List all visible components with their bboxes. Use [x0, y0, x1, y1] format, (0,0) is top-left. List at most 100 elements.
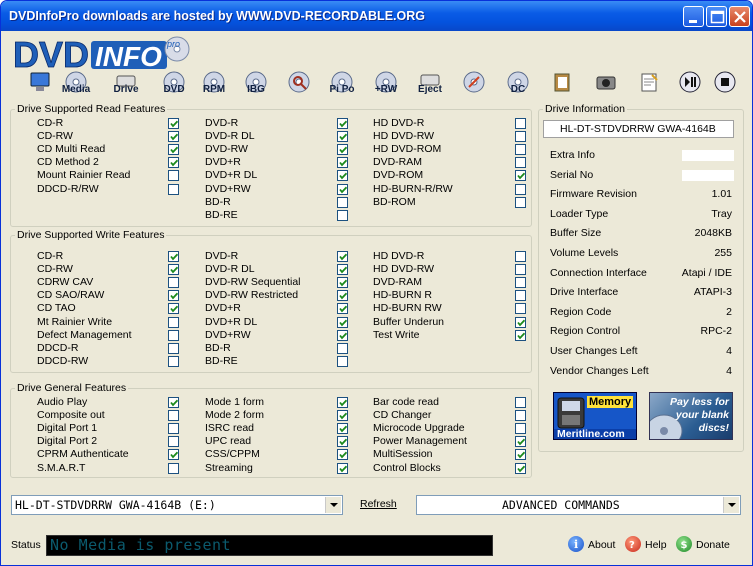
write-feature-checkbox[interactable]	[168, 290, 179, 302]
toolbar-drive-button[interactable]: Drive	[109, 71, 143, 99]
minimize-button[interactable]	[683, 6, 704, 27]
write-feature-checkbox[interactable]	[168, 303, 179, 315]
read-feature-checkbox[interactable]	[515, 196, 526, 208]
donate-link[interactable]: $ Donate	[676, 536, 730, 552]
chevron-down-icon[interactable]	[325, 497, 341, 513]
write-feature-checkbox[interactable]	[168, 355, 179, 367]
write-feature-checkbox[interactable]	[515, 303, 526, 315]
toolbar-rpm-button[interactable]: RPM	[197, 71, 231, 99]
blank-discs-ad[interactable]: Pay less for your blank discs!	[649, 392, 733, 440]
write-feature-checkbox[interactable]	[515, 316, 526, 328]
read-feature-checkbox[interactable]	[337, 209, 348, 221]
read-feature-checkbox[interactable]	[515, 170, 526, 182]
read-feature-checkbox[interactable]	[337, 183, 348, 195]
toolbar-burn-button[interactable]	[457, 71, 491, 99]
read-feature-label: CD Multi Read	[37, 143, 106, 156]
general-feature-checkbox[interactable]	[515, 397, 526, 408]
general-feature-checkbox[interactable]	[337, 436, 348, 448]
write-feature-checkbox[interactable]	[168, 316, 179, 328]
burn-icon	[463, 71, 485, 93]
write-feature-checkbox[interactable]	[337, 277, 348, 289]
read-feature-checkbox[interactable]	[515, 131, 526, 143]
toolbar-play-pause-button[interactable]	[673, 71, 707, 99]
read-feature-checkbox[interactable]	[337, 157, 348, 169]
toolbar-eject-button[interactable]: Eject	[413, 71, 447, 99]
read-feature-checkbox[interactable]	[515, 144, 526, 156]
toolbar-dc-button[interactable]: DC	[501, 71, 535, 99]
toolbar-ibg-button[interactable]: IBG	[239, 71, 273, 99]
read-feature-checkbox[interactable]	[168, 183, 179, 195]
write-feature-checkbox[interactable]	[515, 277, 526, 289]
read-feature-checkbox[interactable]	[168, 131, 179, 143]
toolbar-dvd-button[interactable]: DVD	[157, 71, 191, 99]
read-feature-label: HD DVD-R	[373, 117, 425, 129]
read-feature-checkbox[interactable]	[168, 170, 179, 182]
general-feature-checkbox[interactable]	[515, 462, 526, 474]
write-feature-checkbox[interactable]	[337, 290, 348, 302]
read-feature-checkbox[interactable]	[337, 118, 348, 129]
write-feature-checkbox[interactable]	[168, 329, 179, 341]
toolbar-media-button[interactable]: Media	[59, 71, 93, 99]
advanced-commands-select[interactable]: ADVANCED COMMANDS	[416, 495, 741, 515]
write-feature-checkbox[interactable]	[515, 329, 526, 341]
general-feature-checkbox[interactable]	[337, 423, 348, 435]
write-feature-checkbox[interactable]	[515, 290, 526, 302]
write-feature-checkbox[interactable]	[337, 329, 348, 341]
read-feature-checkbox[interactable]	[515, 118, 526, 129]
toolbar-clipboard-button[interactable]	[545, 71, 579, 99]
close-button[interactable]	[729, 6, 750, 27]
read-feature-checkbox[interactable]	[337, 196, 348, 208]
general-feature-checkbox[interactable]	[515, 423, 526, 435]
general-feature-checkbox[interactable]	[168, 462, 179, 474]
toolbar-plusrw-button[interactable]: +RW	[369, 71, 403, 99]
read-feature-checkbox[interactable]	[168, 144, 179, 156]
about-link[interactable]: i About	[568, 536, 615, 552]
write-feature-checkbox[interactable]	[337, 251, 348, 262]
maximize-button[interactable]	[706, 6, 727, 27]
write-feature-checkbox[interactable]	[337, 303, 348, 315]
toolbar-pipo-button[interactable]: Pi Po	[325, 71, 359, 99]
read-feature-checkbox[interactable]	[515, 183, 526, 195]
toolbar-search-button[interactable]	[282, 71, 316, 99]
general-feature-checkbox[interactable]	[168, 410, 179, 422]
read-feature-checkbox[interactable]	[337, 144, 348, 156]
general-feature-label: Mode 1 form	[205, 396, 264, 408]
read-feature-checkbox[interactable]	[168, 118, 179, 129]
write-feature-label: HD DVD-RW	[373, 263, 435, 276]
refresh-button[interactable]: Refresh	[360, 498, 397, 510]
general-feature-checkbox[interactable]	[168, 436, 179, 448]
write-feature-checkbox[interactable]	[168, 264, 179, 276]
write-feature-checkbox[interactable]	[337, 316, 348, 328]
write-feature-checkbox[interactable]	[168, 342, 179, 354]
chevron-down-icon[interactable]	[723, 497, 739, 513]
write-feature-checkbox[interactable]	[515, 264, 526, 276]
write-feature-checkbox[interactable]	[168, 277, 179, 289]
meritline-memory-ad[interactable]: Memory Meritline.com	[553, 392, 637, 440]
toolbar-notes-button[interactable]	[632, 71, 666, 99]
drive-select[interactable]: HL-DT-STDVDRRW GWA-4164B (E:)	[11, 495, 343, 515]
general-feature-checkbox[interactable]	[515, 410, 526, 422]
write-feature-checkbox[interactable]	[337, 264, 348, 276]
write-feature-label: CD TAO	[37, 302, 76, 315]
general-feature-checkbox[interactable]	[515, 436, 526, 448]
read-feature-checkbox[interactable]	[337, 131, 348, 143]
write-feature-checkbox[interactable]	[515, 251, 526, 262]
general-feature-checkbox[interactable]	[337, 449, 348, 461]
general-feature-checkbox[interactable]	[168, 449, 179, 461]
read-feature-checkbox[interactable]	[168, 157, 179, 169]
general-feature-checkbox[interactable]	[337, 397, 348, 408]
general-feature-checkbox[interactable]	[515, 449, 526, 461]
write-feature-checkbox[interactable]	[168, 251, 179, 262]
read-feature-checkbox[interactable]	[515, 157, 526, 169]
write-feature-checkbox[interactable]	[337, 342, 348, 354]
write-feature-checkbox[interactable]	[337, 355, 348, 367]
general-feature-checkbox[interactable]	[337, 410, 348, 422]
general-feature-checkbox[interactable]	[168, 397, 179, 408]
read-feature-checkbox[interactable]	[337, 170, 348, 182]
toolbar-stop-button[interactable]	[708, 71, 742, 99]
toolbar-camera-button[interactable]	[589, 71, 623, 99]
plusrw-label: +RW	[374, 84, 398, 95]
general-feature-checkbox[interactable]	[337, 462, 348, 474]
help-link[interactable]: ? Help	[625, 536, 667, 552]
general-feature-checkbox[interactable]	[168, 423, 179, 435]
